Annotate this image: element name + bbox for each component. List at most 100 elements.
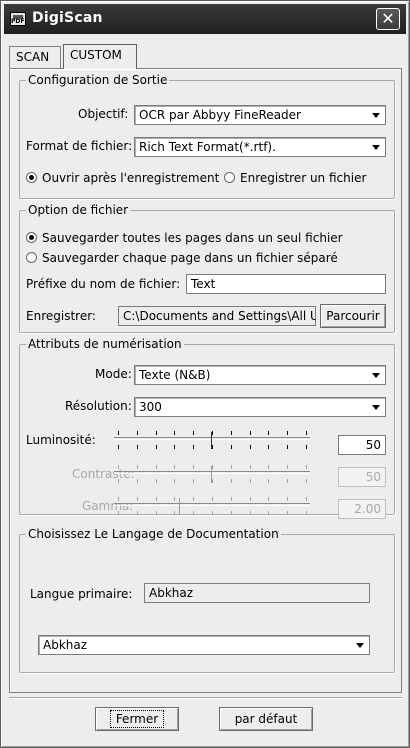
chevron-down-icon[interactable] [368, 139, 384, 155]
slider-tick [231, 511, 232, 515]
output-config-group: Configuration de Sortie Objectif: OCR pa… [19, 73, 395, 199]
slider-tick [287, 511, 288, 515]
chevron-down-icon[interactable] [368, 399, 384, 415]
radio-selected-icon [26, 232, 37, 243]
slider-tick [118, 431, 119, 435]
open-after-save-label: Ouvrir après l'enregistrement [42, 171, 220, 185]
slider-tick [156, 431, 157, 435]
open-after-save-radio[interactable]: Ouvrir après l'enregistrement [26, 171, 219, 185]
save-file-radio[interactable]: Enregistrer un fichier [224, 171, 366, 185]
radio-empty-icon [224, 172, 235, 183]
gamma-value[interactable]: 2.00 [338, 499, 386, 519]
gamma-slider[interactable] [114, 497, 310, 519]
brightness-value[interactable]: 50 [338, 435, 386, 455]
save-path-label: Enregistrer: [26, 309, 96, 323]
slider-tick [306, 497, 307, 501]
close-button-label: Fermer [109, 710, 165, 728]
brightness-slider[interactable] [114, 431, 310, 453]
slider-tick [118, 465, 119, 469]
format-label: Format de fichier: [26, 139, 133, 153]
slider-tick [250, 479, 251, 483]
scanner-pdf-icon [10, 12, 26, 26]
file-option-group: Option de fichier Sauvegarder toutes les… [19, 203, 395, 333]
slider-tick [156, 479, 157, 483]
slider-tick [118, 445, 119, 449]
save-path-field[interactable]: C:\Documents and Settings\All U [118, 306, 316, 326]
prefix-label: Préfixe du nom de fichier: [26, 277, 181, 291]
chevron-down-icon[interactable] [352, 637, 368, 653]
mode-value: Texte (N&B) [139, 368, 211, 382]
output-config-legend: Configuration de Sortie [26, 73, 170, 87]
slider-tick [212, 497, 213, 501]
slider-tick [287, 431, 288, 435]
primary-language-field[interactable]: Abkhaz [144, 583, 370, 603]
slider-tick [250, 445, 251, 449]
each-page-label: Sauvegarder chaque page dans un fichier … [42, 251, 338, 265]
slider-thumb[interactable] [208, 432, 216, 449]
prefix-input[interactable]: Text [186, 274, 386, 294]
slider-tick [118, 479, 119, 483]
format-select[interactable]: Rich Text Format(*.rtf). [134, 137, 386, 157]
slider-tick [231, 497, 232, 501]
slider-tick [193, 431, 194, 435]
window-title: DigiScan [32, 10, 103, 26]
slider-tick [137, 431, 138, 435]
mode-select[interactable]: Texte (N&B) [134, 365, 386, 385]
chevron-down-icon[interactable] [368, 367, 384, 383]
slider-tick [156, 445, 157, 449]
slider-tick [193, 465, 194, 469]
slider-tick [212, 511, 213, 515]
slider-tick [174, 511, 175, 515]
slider-tick [287, 465, 288, 469]
all-pages-radio[interactable]: Sauvegarder toutes les pages dans un seu… [26, 231, 343, 245]
slider-tick [250, 431, 251, 435]
slider-tick [268, 431, 269, 435]
slider-tick [156, 497, 157, 501]
slider-thumb[interactable] [208, 466, 216, 483]
slider-tick [268, 511, 269, 515]
slider-tick [193, 511, 194, 515]
objectif-value: OCR par Abbyy FineReader [139, 108, 301, 122]
slider-tick [118, 497, 119, 501]
contrast-value[interactable]: 50 [338, 467, 386, 487]
slider-ticks [114, 511, 310, 515]
browse-button[interactable]: Parcourir [320, 304, 386, 328]
chevron-down-icon[interactable] [368, 107, 384, 123]
objectif-select[interactable]: OCR par Abbyy FineReader [134, 105, 386, 125]
scan-attributes-group: Attributs de numérisation Mode: Texte (N… [19, 337, 395, 519]
slider-tick [231, 479, 232, 483]
slider-tick [174, 431, 175, 435]
slider-tick [306, 431, 307, 435]
resolution-label: Résolution: [65, 399, 132, 413]
footer-divider [9, 697, 402, 699]
slider-thumb[interactable] [176, 498, 184, 515]
slider-tick [137, 511, 138, 515]
slider-tick [118, 511, 119, 515]
slider-tick [306, 465, 307, 469]
all-pages-label: Sauvegarder toutes les pages dans un seu… [42, 231, 343, 245]
slider-ticks [114, 497, 310, 501]
format-value: Rich Text Format(*.rtf). [139, 140, 276, 154]
slider-tick [287, 479, 288, 483]
slider-tick [156, 511, 157, 515]
close-button[interactable]: Fermer [95, 707, 179, 731]
slider-tick [174, 497, 175, 501]
slider-tick [193, 445, 194, 449]
tab-custom[interactable]: CUSTOM [63, 44, 137, 69]
each-page-radio[interactable]: Sauvegarder chaque page dans un fichier … [26, 251, 338, 265]
slider-tick [250, 465, 251, 469]
language-select[interactable]: Abkhaz [38, 635, 370, 655]
primary-language-label: Langue primaire: [30, 587, 133, 601]
tab-scan[interactable]: SCAN [9, 46, 61, 68]
custom-tab-panel: Configuration de Sortie Objectif: OCR pa… [9, 68, 402, 693]
radio-empty-icon [26, 252, 37, 263]
close-icon[interactable]: ✕ [376, 8, 400, 30]
contrast-slider[interactable] [114, 465, 310, 487]
slider-tick [174, 445, 175, 449]
resolution-value: 300 [139, 400, 162, 414]
slider-tick [174, 479, 175, 483]
resolution-select[interactable]: 300 [134, 397, 386, 417]
slider-tick [231, 445, 232, 449]
default-button[interactable]: par défaut [219, 707, 313, 731]
title-bar[interactable]: DigiScan ✕ [4, 4, 406, 34]
